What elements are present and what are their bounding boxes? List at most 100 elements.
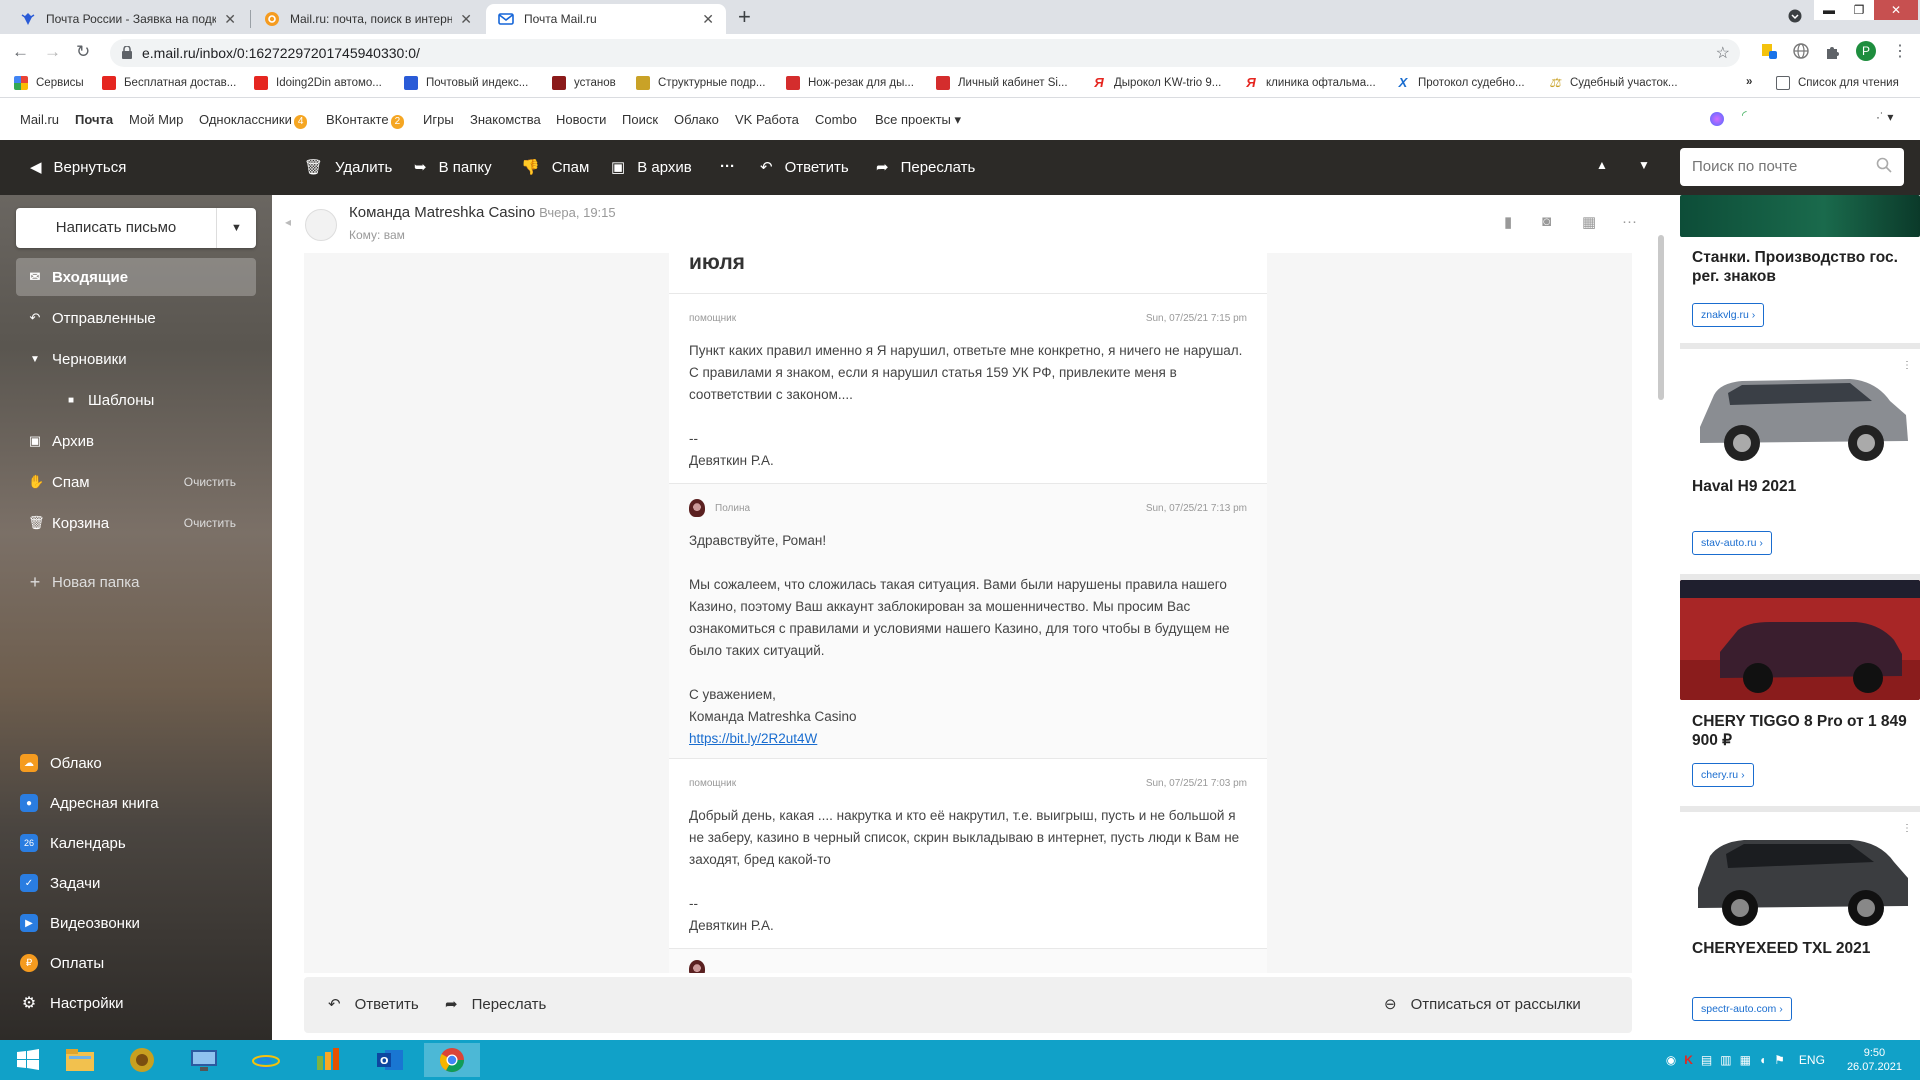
more-icon[interactable]: ··· [1622, 213, 1637, 230]
letter-sender[interactable]: Команда Matreshka Casino Вчера, 19:15 [349, 204, 616, 221]
service-settings[interactable]: ⚙ Настройки [20, 988, 124, 1018]
clear-trash-button[interactable]: Очистить [184, 516, 236, 530]
windows-start-icon[interactable] [0, 1043, 56, 1077]
device-icon[interactable]: ▦ [1740, 1053, 1751, 1067]
mail-search-box[interactable] [1680, 148, 1904, 186]
portal-combo[interactable]: Combo [815, 112, 857, 127]
bookmark-item[interactable]: Нож-резак для ды... [786, 76, 914, 90]
ad-link-button[interactable]: spectr-auto.com › [1692, 997, 1792, 1021]
bookmark-flag-icon[interactable]: ▮ [1504, 213, 1512, 231]
app-chart-icon[interactable] [300, 1043, 356, 1077]
extensions-puzzle-icon[interactable] [1824, 42, 1842, 60]
portal-pochta[interactable]: Почта [75, 112, 113, 127]
browser-tab-mailru[interactable]: Mail.ru: почта, поиск в интерне ✕ [252, 4, 484, 34]
globe-extension-icon[interactable] [1792, 42, 1810, 60]
unsubscribe-button[interactable]: ⊖ Отписаться от рассылки [1384, 995, 1581, 1014]
chrome-icon[interactable] [424, 1043, 480, 1077]
portal-vkontakte[interactable]: ВКонтакте 2 [326, 112, 405, 129]
ad-more-icon[interactable]: ⋮ [1898, 820, 1916, 838]
app-monitor-icon[interactable] [176, 1043, 232, 1077]
back-button[interactable]: ◀ Вернуться [30, 158, 126, 177]
bookmark-item[interactable]: установ [552, 76, 616, 90]
marusia-assistant-icon[interactable] [1710, 112, 1724, 126]
spam-button[interactable]: 👎 Спам [521, 158, 589, 177]
outlook-icon[interactable]: O [362, 1043, 418, 1077]
volume-icon[interactable]: ◖ [1759, 1053, 1766, 1067]
clear-spam-button[interactable]: Очистить [184, 475, 236, 489]
mail-search-input[interactable] [1680, 148, 1860, 184]
portal-oblako[interactable]: Облако [674, 112, 719, 127]
footer-reply-button[interactable]: ↶ Ответить [328, 995, 419, 1014]
browser-tab-pochta-mailru[interactable]: Почта Mail.ru ✕ [486, 4, 726, 34]
bookmark-item[interactable]: ⚖ Судебный участок... [1548, 76, 1677, 90]
ad-more-icon[interactable]: ⋮ [1898, 357, 1916, 375]
tab-close-icon[interactable]: ✕ [702, 11, 714, 28]
folder-archive[interactable]: ▣ Архив [16, 422, 256, 460]
browser-menu-icon[interactable]: ⋮ [1892, 42, 1908, 62]
compose-button[interactable]: Написать письмо ▼ [16, 208, 256, 248]
thread-arrow-icon[interactable]: ◂ [285, 215, 291, 229]
app-game-icon[interactable] [114, 1043, 170, 1077]
forward-arrow-icon[interactable]: → [44, 42, 61, 62]
bookmark-item[interactable]: X Протокол судебно... [1396, 76, 1525, 90]
close-window-icon[interactable]: ✕ [1874, 0, 1918, 20]
portal-poisk[interactable]: Поиск [622, 112, 658, 127]
video-call-icon[interactable]: ◙ [1542, 213, 1551, 230]
extension-notify-icon[interactable] [1760, 42, 1778, 60]
portal-mailru[interactable]: Mail.ru [20, 112, 59, 127]
bookmark-item[interactable]: Почтовый индекс... [404, 76, 528, 90]
more-actions-button[interactable]: ··· [720, 158, 735, 175]
bookmark-star-icon[interactable]: ☆ [1716, 43, 1730, 63]
message-link[interactable]: https://bit.ly/2R2ut4W [689, 731, 817, 746]
ad-link-button[interactable]: chery.ru › [1692, 763, 1754, 787]
keyboard-icon[interactable]: ▤ [1701, 1053, 1712, 1067]
folder-inbox[interactable]: ✉ Входящие [16, 258, 256, 296]
ad-link-button[interactable]: stav-auto.ru › [1692, 531, 1772, 555]
bookmark-item[interactable]: Личный кабинет Si... [936, 76, 1068, 90]
bookmark-item[interactable]: Я Дырокол KW-trio 9... [1092, 76, 1221, 90]
clock[interactable]: 9:50 26.07.2021 [1847, 1046, 1902, 1074]
compose-dropdown-icon[interactable]: ▼ [216, 208, 256, 248]
tab-search-icon[interactable] [1780, 6, 1810, 26]
browser-tab-pochta-rossii[interactable]: Почта России - Заявка на подк ✕ [8, 4, 248, 34]
reload-icon[interactable]: ↻ [76, 42, 90, 62]
bookmark-item[interactable]: Бесплатная достав... [102, 76, 236, 90]
back-arrow-icon[interactable]: ← [12, 42, 29, 62]
minimize-icon[interactable]: ▬ [1814, 0, 1844, 20]
bookmark-item[interactable]: Яклиника офтальма... [1244, 76, 1375, 90]
service-tasks[interactable]: ✓ Задачи [20, 868, 100, 898]
portal-igry[interactable]: Игры [423, 112, 454, 127]
service-calendar[interactable]: 26 Календарь [20, 828, 126, 858]
search-icon[interactable] [1876, 157, 1892, 173]
portal-moy-mir[interactable]: Мой Мир [129, 112, 183, 127]
ad-link-button[interactable]: znakvlg.ru › [1692, 303, 1765, 327]
new-folder-button[interactable]: + Новая папка [16, 563, 256, 601]
portal-znakomstva[interactable]: Знакомства [470, 112, 541, 127]
kaspersky-icon[interactable]: K [1684, 1053, 1693, 1067]
tab-close-icon[interactable]: ✕ [460, 11, 472, 28]
bookmark-item[interactable]: Структурные подр... [636, 76, 765, 90]
profile-avatar[interactable]: P [1856, 41, 1876, 61]
ad-card[interactable]: Станки. Производство гос. рег. знаков zn… [1680, 195, 1920, 343]
previous-letter-icon[interactable]: ▲ [1596, 158, 1608, 172]
service-payments[interactable]: ₽ Оплаты [20, 948, 104, 978]
ad-card[interactable]: CHERY TIGGO 8 Pro от 1 849 900 ₽ chery.r… [1680, 580, 1920, 806]
user-menu-chevron-icon[interactable]: ·˙ ▾ [1876, 110, 1893, 124]
reply-button[interactable]: ↶ Ответить [760, 158, 849, 177]
service-video-calls[interactable]: ▶ Видеозвонки [20, 908, 140, 938]
restore-icon[interactable]: ❐ [1844, 0, 1874, 20]
bookmark-item[interactable]: Idoing2Din автомо... [254, 76, 382, 90]
address-bar[interactable]: e.mail.ru/inbox/0:16272297201745940330:0… [110, 39, 1740, 67]
portal-novosti[interactable]: Новости [556, 112, 606, 127]
more-bookmarks[interactable]: » [1746, 76, 1752, 88]
delete-button[interactable]: 🗑 Удалить [304, 158, 392, 177]
network-icon[interactable]: ▥ [1720, 1053, 1731, 1067]
ad-card[interactable]: ⋮ Haval H9 2021 stav-auto.ru › [1680, 349, 1920, 574]
scrollbar-thumb[interactable] [1658, 235, 1664, 400]
next-letter-icon[interactable]: ▼ [1638, 158, 1650, 172]
folder-trash[interactable]: 🗑 Корзина Очистить [16, 504, 256, 542]
folder-templates[interactable]: ■ Шаблоны [52, 381, 256, 419]
portal-vk-rabota[interactable]: VK Работа [735, 112, 799, 127]
file-explorer-icon[interactable] [52, 1043, 108, 1077]
folder-spam[interactable]: ✋ Спам Очистить [16, 463, 256, 501]
